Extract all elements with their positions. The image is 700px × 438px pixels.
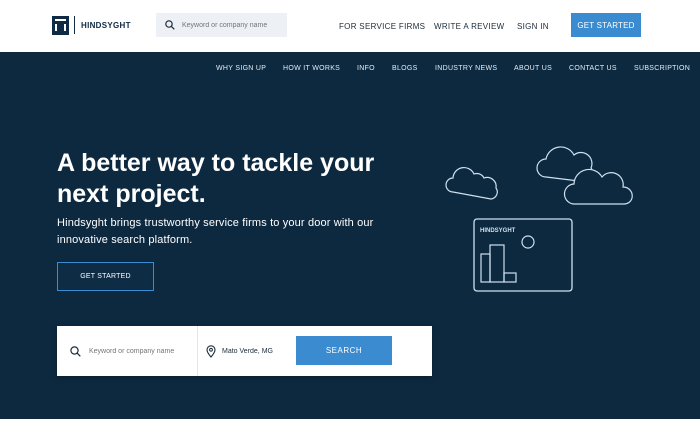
nav-for-service-firms[interactable]: FOR SERVICE FIRMS <box>339 0 425 52</box>
logo-mark-icon <box>52 15 69 35</box>
nav-sign-in[interactable]: SIGN IN <box>517 0 549 52</box>
illustration-logo-text: HINDSYGHT <box>480 228 516 234</box>
location-field[interactable] <box>198 326 298 376</box>
hero-subtext: Hindsyght brings trustworthy service fir… <box>57 217 374 246</box>
logo-text: HINDSYGHT <box>81 20 131 30</box>
header-get-started-button[interactable]: GET STARTED <box>571 13 641 37</box>
hero-headline: A better way to tackle your next project… <box>57 149 375 208</box>
subnav-subscription[interactable]: SUBSCRIPTION <box>634 65 690 72</box>
subnav-industry-news[interactable]: INDUSTRY NEWS <box>435 65 497 72</box>
nav-write-a-review[interactable]: WRITE A REVIEW <box>434 0 504 52</box>
keyword-input[interactable] <box>89 347 189 355</box>
keyword-search-field[interactable] <box>57 326 198 376</box>
subnav-info[interactable]: INFO <box>357 65 375 72</box>
subnav-about-us[interactable]: ABOUT US <box>514 65 552 72</box>
search-button[interactable]: SEARCH <box>296 336 392 365</box>
hero-get-started-button[interactable]: GET STARTED <box>57 262 154 291</box>
search-icon <box>70 345 81 357</box>
header-search-box[interactable] <box>156 13 287 37</box>
search-icon <box>165 20 175 30</box>
header-search-input[interactable] <box>182 21 282 29</box>
subnav-why-sign-up[interactable]: WHY SIGN UP <box>216 65 266 72</box>
subnav-blogs[interactable]: BLOGS <box>392 65 418 72</box>
hero-section: WHY SIGN UP HOW IT WORKS INFO BLOGS INDU… <box>0 52 700 419</box>
location-input[interactable] <box>222 347 292 355</box>
search-bar: SEARCH <box>57 326 432 376</box>
subnav-how-it-works[interactable]: HOW IT WORKS <box>283 65 340 72</box>
logo-divider <box>74 16 75 34</box>
location-pin-icon <box>206 344 216 358</box>
subnav-contact-us[interactable]: CONTACT US <box>569 65 617 72</box>
top-header: HINDSYGHT FOR SERVICE FIRMS WRITE A REVI… <box>0 0 700 52</box>
dashboard-card-icon: HINDSYGHT <box>473 218 573 292</box>
hero-illustration: HINDSYGHT <box>445 146 633 292</box>
site-logo[interactable]: HINDSYGHT <box>52 15 131 35</box>
cloud-icon <box>445 166 498 200</box>
